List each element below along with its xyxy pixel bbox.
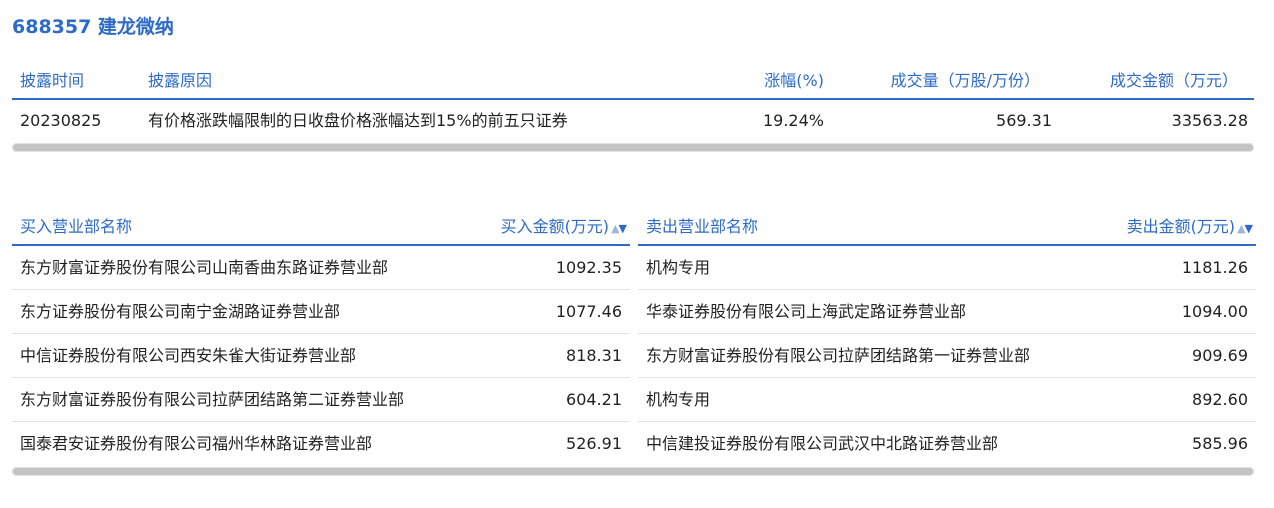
stock-title: 688357 建龙微纳 <box>12 16 174 38</box>
buy-broker-name: 东方财富证券股份有限公司山南香曲东路证券营业部 <box>20 258 389 277</box>
sell-broker-amount: 1094.00 <box>1181 302 1248 321</box>
broker-scrollbar[interactable] <box>12 467 1254 476</box>
buy-broker-amount: 1092.35 <box>555 258 622 277</box>
buy-broker-name: 东方证券股份有限公司南宁金湖路证券营业部 <box>20 302 341 321</box>
sell-amount-header[interactable]: 卖出金额(万元) ▲▼ <box>1126 210 1253 246</box>
buy-broker-name: 国泰君安证券股份有限公司福州华林路证券营业部 <box>20 434 373 453</box>
sell-broker-name: 机构专用 <box>646 258 711 277</box>
table-row: 中信证券股份有限公司西安朱雀大街证券营业部 818.31 <box>12 334 630 378</box>
table-row: 东方财富证券股份有限公司山南香曲东路证券营业部 1092.35 <box>12 246 630 290</box>
buy-broker-amount: 604.21 <box>566 390 622 409</box>
disclosure-header-row: 披露时间 披露原因 涨幅(%) 成交量（万股/万份） 成交金额（万元） <box>12 64 1254 100</box>
disclosure-change: 19.24% <box>762 111 824 130</box>
buy-amount-header[interactable]: 买入金额(万元) ▲▼ <box>500 210 627 246</box>
table-row: 机构专用 1181.26 <box>638 246 1256 290</box>
header-reason[interactable]: 披露原因 <box>148 64 212 98</box>
table-row: 东方财富证券股份有限公司拉萨团结路第一证券营业部 909.69 <box>638 334 1256 378</box>
header-volume[interactable]: 成交量（万股/万份） <box>891 64 1040 98</box>
buy-broker-amount: 1077.46 <box>555 302 622 321</box>
table-row: 中信建投证券股份有限公司武汉中北路证券营业部 585.96 <box>638 422 1256 465</box>
table-row: 东方财富证券股份有限公司拉萨团结路第二证券营业部 604.21 <box>12 378 630 422</box>
table-row: 东方证券股份有限公司南宁金湖路证券营业部 1077.46 <box>12 290 630 334</box>
buy-amount-header-label: 买入金额(万元) <box>500 217 610 236</box>
disclosure-date: 20230825 <box>20 111 102 130</box>
buy-broker-amount: 526.91 <box>566 434 622 453</box>
buy-broker-name: 东方财富证券股份有限公司拉萨团结路第二证券营业部 <box>20 390 405 409</box>
sort-arrows-icon[interactable]: ▲▼ <box>1237 222 1253 235</box>
scrollbar-thumb[interactable] <box>13 468 1253 475</box>
sell-amount-header-label: 卖出金额(万元) <box>1126 217 1236 236</box>
buy-table: 买入营业部名称 买入金额(万元) ▲▼ 东方财富证券股份有限公司山南香曲东路证券营… <box>12 210 630 465</box>
header-amount[interactable]: 成交金额（万元） <box>1110 64 1238 98</box>
sell-broker-name: 华泰证券股份有限公司上海武定路证券营业部 <box>646 302 967 321</box>
table-row: 机构专用 892.60 <box>638 378 1256 422</box>
disclosure-volume: 569.31 <box>996 111 1052 130</box>
sell-table: 卖出营业部名称 卖出金额(万元) ▲▼ 机构专用 1181.26 华泰证券股份有限公… <box>638 210 1256 465</box>
buy-broker-name: 中信证券股份有限公司西安朱雀大街证券营业部 <box>20 346 357 365</box>
disclosure-scrollbar[interactable] <box>12 143 1254 152</box>
sort-arrows-icon[interactable]: ▲▼ <box>611 222 627 235</box>
sell-name-header: 卖出营业部名称 <box>646 217 759 236</box>
disclosure-reason: 有价格涨跌幅限制的日收盘价格涨幅达到15%的前五只证券 <box>148 111 568 130</box>
sell-broker-name: 机构专用 <box>646 390 711 409</box>
sell-broker-amount: 892.60 <box>1192 390 1248 409</box>
sell-broker-name: 东方财富证券股份有限公司拉萨团结路第一证券营业部 <box>646 346 1031 365</box>
buy-broker-amount: 818.31 <box>566 346 622 365</box>
header-change[interactable]: 涨幅(%) <box>764 64 824 98</box>
sell-broker-amount: 909.69 <box>1192 346 1248 365</box>
table-row: 华泰证券股份有限公司上海武定路证券营业部 1094.00 <box>638 290 1256 334</box>
buy-name-header: 买入营业部名称 <box>20 217 133 236</box>
sell-broker-amount: 585.96 <box>1192 434 1248 453</box>
sell-header: 卖出营业部名称 卖出金额(万元) ▲▼ <box>638 210 1256 246</box>
buy-header: 买入营业部名称 买入金额(万元) ▲▼ <box>12 210 630 246</box>
disclosure-amount: 33563.28 <box>1171 111 1248 130</box>
disclosure-row: 20230825 有价格涨跌幅限制的日收盘价格涨幅达到15%的前五只证券 19.… <box>12 100 1254 142</box>
sell-broker-amount: 1181.26 <box>1181 258 1248 277</box>
table-row: 国泰君安证券股份有限公司福州华林路证券营业部 526.91 <box>12 422 630 465</box>
scrollbar-thumb[interactable] <box>13 144 1253 151</box>
sell-broker-name: 中信建投证券股份有限公司武汉中北路证券营业部 <box>646 434 999 453</box>
header-date[interactable]: 披露时间 <box>20 64 84 98</box>
